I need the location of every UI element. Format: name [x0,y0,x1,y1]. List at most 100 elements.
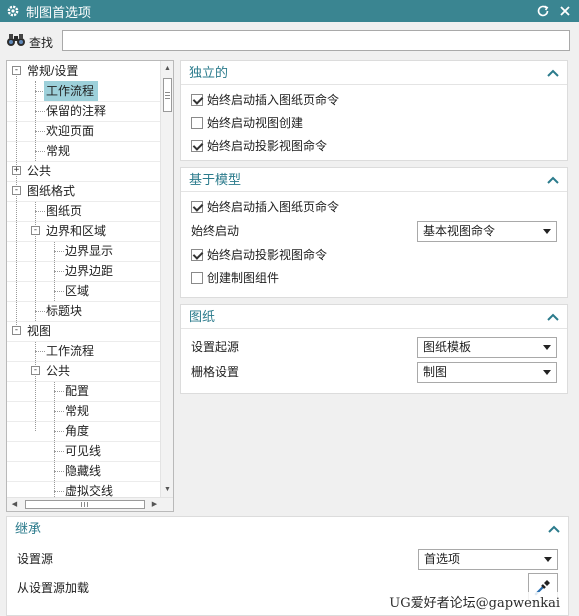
section-model-based: 基于模型 始终启动插入图纸页命令 始终启动 基本视图命令 始终启动投影视图命令 … [180,167,568,298]
tree-node-configuration[interactable]: 配置 [65,381,89,401]
collapse-caret-icon[interactable] [547,305,559,329]
close-icon[interactable] [557,3,573,19]
option-row: 始终启动投影视图命令 [181,244,567,267]
tree-node-hidden-lines[interactable]: 隐藏线 [65,461,101,481]
collapse-icon[interactable]: - [31,226,40,235]
find-label: 查找 [29,36,54,50]
tree-node-general[interactable]: 常规 [46,141,70,161]
chevron-down-icon [543,345,551,350]
expand-icon[interactable]: + [12,166,21,175]
scroll-left-icon[interactable]: ◀ [10,500,19,509]
checkbox-create-components[interactable] [191,272,203,284]
tree-node-zones[interactable]: 区域 [65,281,89,301]
tree-connector [35,211,45,212]
tree-node-drawing-format[interactable]: 图纸格式 [27,181,75,201]
section-title: 基于模型 [181,168,567,192]
always-start-row: 始终启动 基本视图命令 [181,219,567,244]
option-row: 始终启动投影视图命令 [181,135,567,158]
dropdown-value: 基本视图命令 [423,224,496,238]
scrollbar-thumb[interactable] [163,78,172,112]
section-title: 图纸 [181,305,567,329]
section-title-text: 图纸 [189,309,216,324]
always-start-label: 始终启动 [191,224,240,238]
tree-node-borders-zones[interactable]: 边界和区域 [46,221,106,241]
option-label: 始终启动插入图纸页命令 [207,93,340,107]
tree-node-angle[interactable]: 角度 [65,421,89,441]
section-title-text: 独立的 [189,65,229,80]
checkbox-projected-view[interactable] [191,140,203,152]
settings-source-row: 设置源 首选项 [7,547,568,572]
grid-settings-dropdown[interactable]: 制图 [417,362,557,383]
tree-node-view-common[interactable]: 公共 [46,361,70,381]
settings-origin-dropdown[interactable]: 图纸模板 [417,337,557,358]
tree-node-sheet[interactable]: 图纸页 [46,201,82,221]
tree-connector [54,251,64,252]
always-start-dropdown[interactable]: 基本视图命令 [417,221,557,242]
scroll-right-icon[interactable]: ▶ [150,500,159,509]
settings-tree: - + - - - - 常规/设置 工作流程 保留的注释 欢迎页面 常规 公共 … [6,60,174,512]
chevron-down-icon [543,370,551,375]
section-drawing: 图纸 设置起源 图纸模板 栅格设置 制图 [180,304,568,394]
checkbox-insert-sheet[interactable] [191,94,203,106]
grid-settings-row: 栅格设置 制图 [181,360,567,385]
option-label: 始终启动投影视图命令 [207,139,328,153]
dropdown-value: 图纸模板 [423,340,472,354]
tree-connector [54,271,64,272]
tree-connector [35,131,45,132]
tree-connector [54,381,55,497]
tree-connector [35,111,45,112]
collapse-icon[interactable]: - [31,366,40,375]
dropdown-value: 首选项 [424,552,461,566]
collapse-icon[interactable]: - [12,66,21,75]
find-input[interactable] [62,30,570,51]
section-title: 独立的 [181,61,567,85]
collapse-caret-icon[interactable] [548,517,560,541]
tree-node-view-general[interactable]: 常规 [65,401,89,421]
tree-node-workflow[interactable]: 工作流程 [44,81,99,101]
tree-horizontal-scrollbar[interactable]: ◀ ▶ [7,497,173,511]
title-bar: 制图首选项 [0,0,579,22]
tree-connector [35,311,45,312]
tree-node-border-display[interactable]: 边界显示 [65,241,113,261]
scroll-down-icon[interactable]: ▼ [163,485,172,494]
section-independent: 独立的 始终启动插入图纸页命令 始终启动视图创建 始终启动投影视图命令 [180,60,568,161]
tree-connector [54,471,64,472]
tree-connector [54,291,64,292]
tree-node-view[interactable]: 视图 [27,321,51,341]
collapse-caret-icon[interactable] [547,168,559,192]
tree-connector [35,341,36,431]
tree-node-common[interactable]: 公共 [27,161,51,181]
tree-node-welcome-page[interactable]: 欢迎页面 [46,121,94,141]
tree-node-retained-annotations[interactable]: 保留的注释 [46,101,106,121]
binoculars-icon [6,33,26,47]
collapse-icon[interactable]: - [12,186,21,195]
field-label: 设置源 [17,552,54,566]
find-bar: 查找 [0,22,579,58]
checkbox-projected-view[interactable] [191,249,203,261]
option-label: 始终启动插入图纸页命令 [207,200,340,214]
reset-icon[interactable] [535,3,551,19]
tree-node-visible-lines[interactable]: 可见线 [65,441,101,461]
tree-node-general-settings[interactable]: 常规/设置 [27,61,78,81]
tree-content: - + - - - - 常规/设置 工作流程 保留的注释 欢迎页面 常规 公共 … [7,61,161,497]
checkbox-insert-sheet[interactable] [191,201,203,213]
collapse-caret-icon[interactable] [547,61,559,85]
chevron-down-icon [544,557,552,562]
tree-vertical-scrollbar[interactable]: ▲ ▼ [160,61,173,497]
scroll-up-icon[interactable]: ▲ [163,64,172,73]
watermark-text: UG爱好者论坛@gapwenkai [387,592,562,611]
option-row: 始终启动视图创建 [181,112,567,135]
tree-node-border-margin[interactable]: 边界边距 [65,261,113,281]
gear-icon [6,4,20,18]
checkbox-view-creation[interactable] [191,117,203,129]
tree-connector [54,451,64,452]
settings-source-dropdown[interactable]: 首选项 [418,549,558,570]
settings-source-row: 设置起源 图纸模板 [181,335,567,360]
load-label: 从设置源加载 [17,581,90,595]
tree-node-virtual-intersections[interactable]: 虚拟交线 [65,481,113,497]
collapse-icon[interactable]: - [12,326,21,335]
scrollbar-thumb[interactable] [25,500,145,509]
tree-node-title-block[interactable]: 标题块 [46,301,82,321]
tree-node-view-workflow[interactable]: 工作流程 [46,341,94,361]
section-inherit: 继承 设置源 首选项 从设置源加载 UG爱好者论坛@gapwenkai [6,516,569,616]
